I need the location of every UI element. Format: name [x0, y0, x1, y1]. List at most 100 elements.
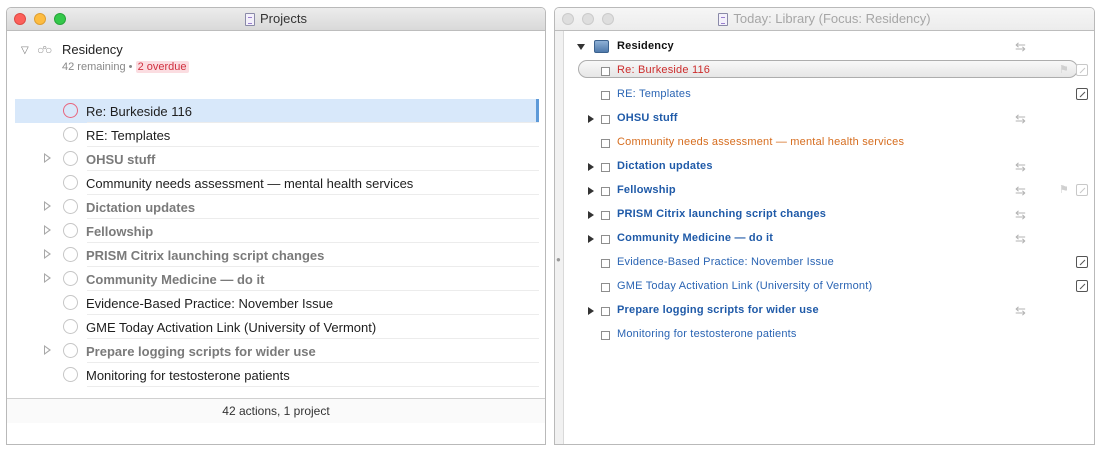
zoom-button[interactable] [602, 13, 614, 25]
checkbox[interactable] [601, 331, 610, 340]
library-outline[interactable]: ● Residency ⇆ Re: Burkeside 116 ⚑ RE: Temp… [555, 31, 1094, 444]
library-row[interactable]: Monitoring for testosterone patients [564, 323, 1094, 347]
disclosure-triangle-icon[interactable] [588, 307, 594, 315]
close-button[interactable] [14, 13, 26, 25]
project-header[interactable]: ▽ ○°○ Residency 42 remaining • 2 overdue [7, 35, 545, 77]
outline-row[interactable]: Fellowship [15, 219, 539, 243]
disclosure-triangle-icon[interactable] [588, 187, 594, 195]
library-row[interactable]: Prepare logging scripts for wider use ⇆ [564, 299, 1094, 323]
checkbox[interactable] [601, 139, 610, 148]
status-circle-icon[interactable] [63, 151, 78, 166]
outline-row[interactable]: Prepare logging scripts for wider use [15, 339, 539, 363]
row-label[interactable]: Community Medicine — do it [86, 272, 264, 287]
status-circle-icon[interactable] [63, 103, 78, 118]
splitter-handle-icon[interactable]: ● [556, 255, 561, 264]
row-label[interactable]: RE: Templates [617, 88, 691, 100]
checkbox[interactable] [601, 67, 610, 76]
library-row[interactable]: Fellowship ⇆ ⚑ [564, 179, 1094, 203]
row-label[interactable]: Prepare logging scripts for wider use [617, 304, 819, 316]
disclosure-triangle-icon[interactable] [44, 249, 51, 259]
outline-row[interactable]: Community Medicine — do it [15, 267, 539, 291]
library-row[interactable]: Dictation updates ⇆ [564, 155, 1094, 179]
status-circle-icon[interactable] [63, 199, 78, 214]
row-label[interactable]: Fellowship [617, 184, 676, 196]
disclosure-triangle-icon[interactable] [44, 273, 51, 283]
flag-icon[interactable]: ⚑ [1059, 183, 1069, 196]
status-circle-icon[interactable] [63, 343, 78, 358]
checkbox[interactable] [601, 307, 610, 316]
disclosure-triangle-icon[interactable] [588, 115, 594, 123]
row-label[interactable]: PRISM Citrix launching script changes [86, 248, 324, 263]
zoom-button[interactable] [54, 13, 66, 25]
outline-row[interactable]: Dictation updates [15, 195, 539, 219]
outline-row[interactable]: PRISM Citrix launching script changes [15, 243, 539, 267]
row-label[interactable]: Monitoring for testosterone patients [86, 368, 290, 383]
status-circle-icon[interactable] [63, 247, 78, 262]
row-label[interactable]: Community needs assessment — mental heal… [86, 176, 413, 191]
note-icon[interactable] [1076, 256, 1088, 268]
close-button[interactable] [562, 13, 574, 25]
disclosure-triangle-icon[interactable] [44, 225, 51, 235]
row-label[interactable]: Monitoring for testosterone patients [617, 328, 797, 340]
projects-titlebar[interactable]: Projects [7, 8, 545, 31]
checkbox[interactable] [601, 211, 610, 220]
status-circle-icon[interactable] [63, 295, 78, 310]
outline-row[interactable]: Community needs assessment — mental heal… [15, 171, 539, 195]
row-label[interactable]: RE: Templates [86, 128, 170, 143]
pane-splitter[interactable]: ● [555, 31, 564, 444]
note-icon[interactable] [1076, 280, 1088, 292]
library-row[interactable]: RE: Templates [564, 83, 1094, 107]
checkbox[interactable] [601, 235, 610, 244]
row-label[interactable]: OHSU stuff [86, 152, 155, 167]
library-row[interactable]: PRISM Citrix launching script changes ⇆ [564, 203, 1094, 227]
outline-row[interactable]: Evidence-Based Practice: November Issue [15, 291, 539, 315]
minimize-button[interactable] [34, 13, 46, 25]
row-label[interactable]: OHSU stuff [617, 112, 678, 124]
library-row[interactable]: OHSU stuff ⇆ [564, 107, 1094, 131]
flag-icon[interactable]: ⚑ [1059, 63, 1069, 76]
row-label[interactable]: Evidence-Based Practice: November Issue [86, 296, 333, 311]
library-row[interactable]: Community Medicine — do it ⇆ [564, 227, 1094, 251]
row-label[interactable]: PRISM Citrix launching script changes [617, 208, 826, 220]
row-label[interactable]: Prepare logging scripts for wider use [86, 344, 316, 359]
library-row[interactable]: Evidence-Based Practice: November Issue [564, 251, 1094, 275]
checkbox[interactable] [601, 163, 610, 172]
overdue-badge[interactable]: 2 overdue [135, 61, 189, 73]
row-label[interactable]: Re: Burkeside 116 [617, 64, 710, 76]
row-label[interactable]: Dictation updates [617, 160, 713, 172]
disclosure-triangle-icon[interactable] [44, 201, 51, 211]
today-titlebar[interactable]: Today: Library (Focus: Residency) [555, 8, 1094, 31]
checkbox[interactable] [601, 187, 610, 196]
row-label[interactable]: GME Today Activation Link (University of… [617, 280, 872, 292]
note-icon[interactable] [1076, 88, 1088, 100]
checkbox[interactable] [601, 115, 610, 124]
disclosure-triangle-icon[interactable] [588, 163, 594, 171]
status-circle-icon[interactable] [63, 175, 78, 190]
disclosure-triangle-icon[interactable] [588, 235, 594, 243]
library-row[interactable]: Community needs assessment — mental heal… [564, 131, 1094, 155]
note-icon[interactable] [1076, 64, 1088, 76]
row-label[interactable]: Dictation updates [86, 200, 195, 215]
outline-row[interactable]: RE: Templates [15, 123, 539, 147]
disclosure-open-icon[interactable] [577, 44, 585, 50]
checkbox[interactable] [601, 91, 610, 100]
outline-row[interactable]: Monitoring for testosterone patients [15, 363, 539, 387]
outline-row[interactable]: GME Today Activation Link (University of… [15, 315, 539, 339]
row-label[interactable]: Fellowship [86, 224, 153, 239]
minimize-button[interactable] [582, 13, 594, 25]
disclosure-triangle-icon[interactable] [588, 211, 594, 219]
checkbox[interactable] [601, 259, 610, 268]
disclosure-triangle-icon[interactable] [44, 345, 51, 355]
row-label[interactable]: Community Medicine — do it [617, 232, 773, 244]
status-circle-icon[interactable] [63, 223, 78, 238]
projects-outline[interactable]: ▽ ○°○ Residency 42 remaining • 2 overdue… [7, 31, 545, 423]
outline-row[interactable]: OHSU stuff [15, 147, 539, 171]
row-label[interactable]: Re: Burkeside 116 [86, 104, 192, 119]
disclosure-triangle-icon[interactable] [44, 153, 51, 163]
row-label[interactable]: Evidence-Based Practice: November Issue [617, 256, 834, 268]
note-icon[interactable] [1076, 184, 1088, 196]
outline-row[interactable]: Re: Burkeside 116 [15, 99, 539, 123]
project-row[interactable]: Residency ⇆ [564, 35, 1094, 59]
row-label[interactable]: GME Today Activation Link (University of… [86, 320, 376, 335]
library-row[interactable]: GME Today Activation Link (University of… [564, 275, 1094, 299]
